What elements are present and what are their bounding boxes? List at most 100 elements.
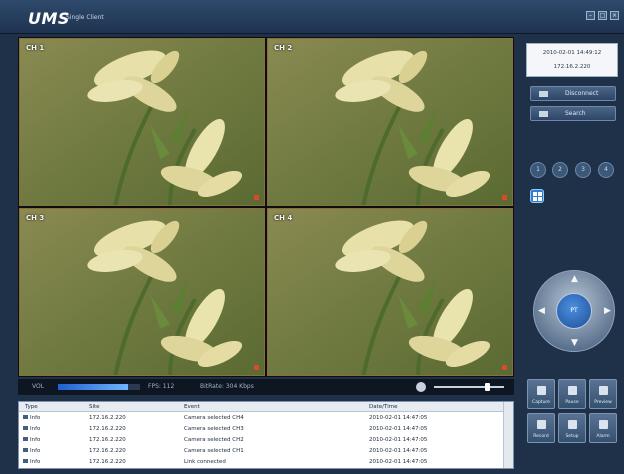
volume-label: VOL: [32, 383, 45, 390]
quad-view-button[interactable]: [530, 189, 544, 203]
log-event: Link connected: [184, 459, 226, 465]
volume-level-bar: [58, 384, 128, 390]
fps-readout: FPS: 112: [148, 383, 175, 390]
channel-label: CH 3: [26, 214, 45, 222]
info-icon: [23, 437, 28, 441]
preview-label: Preview: [594, 400, 612, 405]
pause-label: Pause: [565, 400, 579, 405]
log-header: Type Site Event Date/Time: [19, 402, 513, 412]
flower-image: [20, 39, 264, 205]
audio-slider-handle[interactable]: [485, 383, 490, 391]
connected-ip: 172.16.2.220: [553, 64, 591, 70]
column-header-site[interactable]: Site: [89, 404, 100, 410]
pause-icon: [568, 386, 577, 395]
close-button[interactable]: ×: [610, 11, 619, 20]
current-datetime: 2010-02-01 14:49:12: [542, 50, 602, 56]
log-site: 172.16.2.220: [89, 415, 126, 421]
view-ch4-button[interactable]: 4: [598, 162, 614, 178]
volume-bar-remainder: [128, 384, 140, 390]
event-log-table: Type Site Event Date/Time Info 172.16.2.…: [18, 401, 514, 469]
ptz-control[interactable]: ▲ ▼ ◀ ▶ PT: [533, 270, 615, 352]
app-subtitle: Single Client: [66, 14, 104, 21]
log-time: 2010-02-01 14:47:05: [369, 426, 428, 432]
log-event: Camera selected CH1: [184, 448, 244, 454]
channel-label: CH 1: [26, 44, 45, 52]
column-header-type[interactable]: Type: [25, 404, 38, 410]
log-site: 172.16.2.220: [89, 426, 126, 432]
log-type: Info: [30, 459, 41, 465]
log-time: 2010-02-01 14:47:05: [369, 459, 428, 465]
record-indicator-icon: [502, 195, 507, 200]
log-time: 2010-02-01 14:47:05: [369, 415, 428, 421]
setup-button[interactable]: Setup: [558, 413, 586, 443]
log-event: Camera selected CH2: [184, 437, 244, 443]
capture-button[interactable]: Capture: [527, 379, 555, 409]
log-site: 172.16.2.220: [89, 437, 126, 443]
table-row[interactable]: Info 172.16.2.220 Camera selected CH4 20…: [19, 413, 501, 424]
maximize-button[interactable]: □: [598, 11, 607, 20]
info-icon: [23, 459, 28, 463]
search-button[interactable]: Search: [530, 106, 616, 121]
ptz-right-icon[interactable]: ▶: [604, 306, 611, 316]
disconnect-button[interactable]: Disconnect: [530, 86, 616, 101]
channel-label: CH 2: [274, 44, 293, 52]
view-ch2-button[interactable]: 2: [552, 162, 568, 178]
log-time: 2010-02-01 14:47:05: [369, 437, 428, 443]
capture-label: Capture: [532, 400, 550, 405]
record-label: Record: [533, 434, 549, 439]
title-bar: UMS Single Client – □ ×: [0, 0, 624, 34]
flower-image: [20, 209, 264, 375]
table-row[interactable]: Info 172.16.2.220 Link connected 2010-02…: [19, 457, 501, 468]
disconnect-label: Disconnect: [565, 90, 599, 97]
video-cell-ch4[interactable]: CH 4: [267, 208, 513, 376]
log-type: Info: [30, 426, 41, 432]
channel-label: CH 4: [274, 214, 293, 222]
bitrate-readout: BitRate: 304 Kbps: [200, 383, 254, 390]
preview-icon: [599, 386, 608, 395]
alarm-icon: [599, 420, 608, 429]
speaker-icon[interactable]: [416, 382, 426, 392]
ptz-center-button[interactable]: PT: [556, 293, 592, 329]
flower-image: [268, 209, 512, 375]
plug-icon: [539, 91, 548, 97]
record-indicator-icon: [254, 365, 259, 370]
table-row[interactable]: Info 172.16.2.220 Camera selected CH3 20…: [19, 424, 501, 435]
column-header-event[interactable]: Event: [184, 404, 200, 410]
ptz-left-icon[interactable]: ◀: [538, 306, 545, 316]
search-icon: [539, 111, 548, 117]
pause-button[interactable]: Pause: [558, 379, 586, 409]
setup-icon: [568, 420, 577, 429]
log-site: 172.16.2.220: [89, 448, 126, 454]
log-type: Info: [30, 437, 41, 443]
log-time: 2010-02-01 14:47:05: [369, 448, 428, 454]
flower-image: [268, 39, 512, 205]
record-indicator-icon: [502, 365, 507, 370]
log-event: Camera selected CH3: [184, 426, 244, 432]
audio-slider[interactable]: [434, 386, 504, 388]
log-site: 172.16.2.220: [89, 459, 126, 465]
video-grid: CH 1 CH 2 CH 3 CH 4: [18, 37, 514, 377]
video-cell-ch1[interactable]: CH 1: [19, 38, 265, 206]
ptz-down-icon[interactable]: ▼: [571, 338, 578, 348]
video-cell-ch2[interactable]: CH 2: [267, 38, 513, 206]
view-ch3-button[interactable]: 3: [575, 162, 591, 178]
connection-info-box: 2010-02-01 14:49:12 172.16.2.220: [526, 43, 618, 77]
log-event: Camera selected CH4: [184, 415, 244, 421]
log-scrollbar[interactable]: [503, 402, 513, 468]
record-indicator-icon: [254, 195, 259, 200]
alarm-label: Alarm: [596, 434, 610, 439]
preview-button[interactable]: Preview: [589, 379, 617, 409]
column-header-datetime[interactable]: Date/Time: [369, 404, 397, 410]
log-type: Info: [30, 448, 41, 454]
minimize-button[interactable]: –: [586, 11, 595, 20]
table-row[interactable]: Info 172.16.2.220 Camera selected CH1 20…: [19, 446, 501, 457]
ptz-up-icon[interactable]: ▲: [571, 274, 578, 284]
record-button[interactable]: Record: [527, 413, 555, 443]
app-logo: UMS: [28, 9, 70, 28]
setup-label: Setup: [565, 434, 579, 439]
table-row[interactable]: Info 172.16.2.220 Camera selected CH2 20…: [19, 435, 501, 446]
alarm-button[interactable]: Alarm: [589, 413, 617, 443]
video-cell-ch3[interactable]: CH 3: [19, 208, 265, 376]
view-ch1-button[interactable]: 1: [530, 162, 546, 178]
record-icon: [537, 420, 546, 429]
